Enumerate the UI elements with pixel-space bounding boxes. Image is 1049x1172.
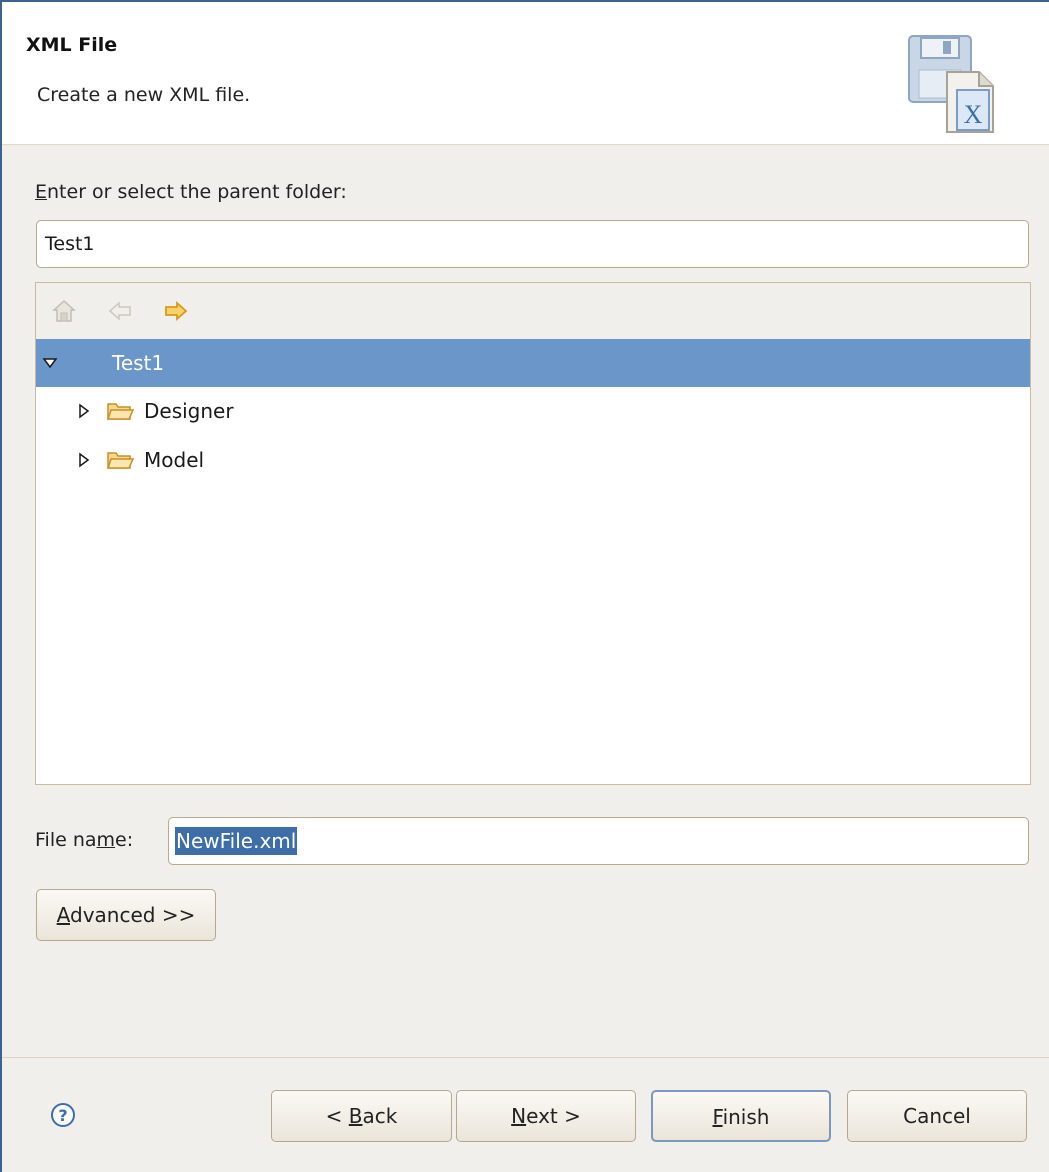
file-name-label: File name: <box>35 829 133 851</box>
mnemonic: m <box>96 829 116 851</box>
cancel-button[interactable]: Cancel <box>847 1090 1027 1142</box>
svg-text:?: ? <box>58 1106 67 1125</box>
tree-item-label: Model <box>144 448 205 472</box>
mnemonic: A <box>56 903 70 927</box>
next-label: ext > <box>526 1104 581 1128</box>
mnemonic: F <box>712 1105 723 1129</box>
tree-toolbar <box>36 283 1030 339</box>
back-button[interactable]: < Back <box>271 1090 452 1142</box>
wizard-banner: XML File Create a new XML file. X <box>2 2 1049 145</box>
folder-icon <box>106 452 134 469</box>
parent-folder-label-text: nter or select the parent folder: <box>47 181 347 203</box>
file-name-label-prefix: File na <box>35 829 97 851</box>
forward-arrow-icon[interactable] <box>162 297 190 325</box>
back-prefix: < <box>325 1104 349 1128</box>
tree-item-model[interactable]: Model <box>36 436 1030 484</box>
back-label: ack <box>362 1104 398 1128</box>
help-icon[interactable]: ? <box>49 1101 77 1129</box>
finish-button[interactable]: Finish <box>651 1090 831 1142</box>
tree-item-designer[interactable]: Designer <box>36 387 1030 435</box>
collapsed-twisty-icon[interactable] <box>76 436 92 484</box>
finish-label: inish <box>722 1105 770 1129</box>
mnemonic: N <box>511 1104 527 1128</box>
home-icon[interactable] <box>50 297 78 325</box>
divider <box>2 1057 1049 1058</box>
tree-item-label: Test1 <box>112 351 165 375</box>
mnemonic: E <box>35 181 48 203</box>
advanced-label: dvanced >> <box>70 903 196 927</box>
expanded-twisty-icon[interactable] <box>42 339 58 387</box>
parent-folder-input[interactable]: Test1 <box>36 220 1029 268</box>
back-arrow-icon[interactable] <box>106 297 134 325</box>
xml-file-wizard-icon: X <box>908 35 994 133</box>
selected-text: NewFile.xml <box>175 827 298 855</box>
folder-icon <box>106 403 134 420</box>
tree-item-label: Designer <box>144 399 234 423</box>
folder-tree[interactable]: Test1 Designer Model <box>35 282 1031 785</box>
advanced-button[interactable]: Advanced >> <box>36 889 216 941</box>
next-button[interactable]: Next > <box>456 1090 636 1142</box>
svg-text:X: X <box>964 100 983 129</box>
collapsed-twisty-icon[interactable] <box>76 387 92 435</box>
parent-folder-label: Enter or select the parent folder: <box>35 181 347 203</box>
file-name-label-rest: e: <box>115 829 134 851</box>
tree-item-test1[interactable]: Test1 <box>36 339 1030 387</box>
file-name-input[interactable]: NewFile.xml <box>168 817 1029 865</box>
wizard-description: Create a new XML file. <box>37 84 251 106</box>
mnemonic: B <box>348 1104 363 1128</box>
wizard-title: XML File <box>26 34 118 56</box>
